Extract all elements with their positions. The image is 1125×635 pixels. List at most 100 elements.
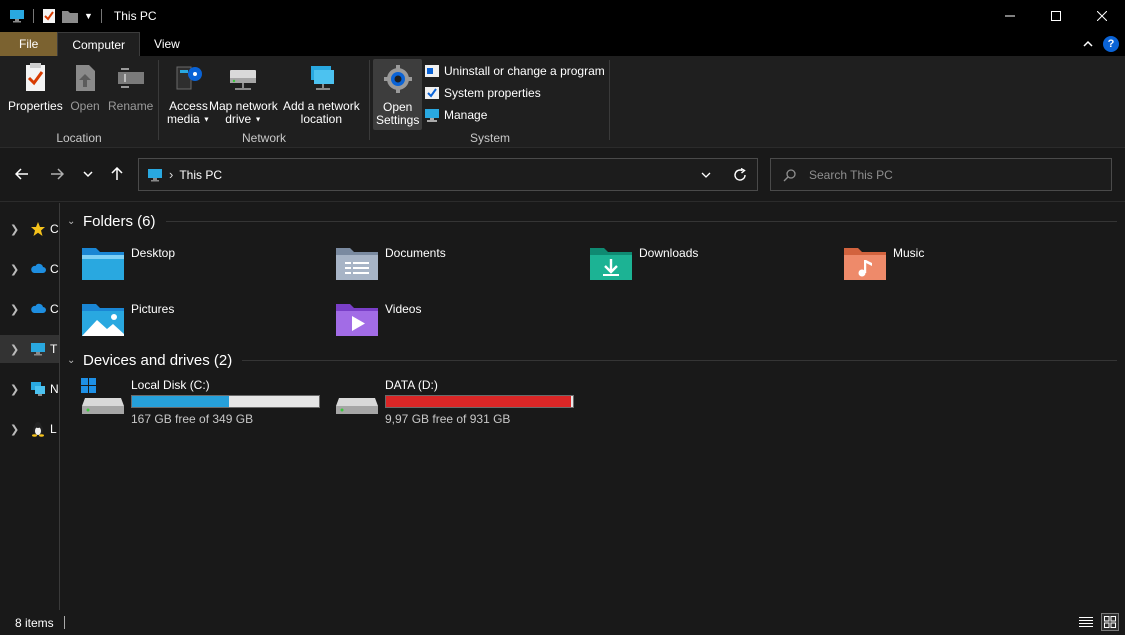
help-icon[interactable]: ? <box>1103 36 1119 52</box>
add-network-location-icon <box>311 66 335 90</box>
collapse-chevron-icon[interactable]: ⌄ <box>67 216 81 227</box>
quick-access-separator <box>100 9 102 23</box>
ribbon: Properties Open Rename Location Access m… <box>0 56 1125 148</box>
windows-drive-icon <box>81 378 124 414</box>
drive-usage-fill <box>386 396 572 407</box>
properties-quick-icon[interactable] <box>42 8 56 24</box>
section-divider <box>242 360 1117 361</box>
open-icon <box>76 65 95 91</box>
rename-label: Rename <box>108 99 154 113</box>
recent-locations-button[interactable] <box>78 164 98 184</box>
breadcrumb-this-pc[interactable]: This PC <box>179 168 222 182</box>
folders-section-header[interactable]: ⌄ Folders (6) <box>67 213 1117 230</box>
view-toggle-group <box>1077 613 1119 631</box>
drive-free-space: 9,97 GB free of 931 GB <box>385 412 511 426</box>
sidebar-item-this-pc[interactable]: ❯ T <box>0 335 59 363</box>
chevron-down-icon <box>83 171 93 178</box>
drive-tile[interactable]: DATA (D:) 9,97 GB free of 931 GB <box>335 378 574 426</box>
search-box[interactable]: Search This PC <box>770 158 1112 191</box>
drive-usage-bar <box>385 395 574 408</box>
folder-tile[interactable]: Documents <box>335 246 446 282</box>
quick-access-toolbar: ▼ This PC <box>0 0 157 32</box>
folder-tile[interactable]: Downloads <box>589 246 698 282</box>
breadcrumb-chevron-icon[interactable]: › <box>169 167 173 182</box>
rename-icon <box>117 68 144 88</box>
system-group-label: System <box>469 131 510 145</box>
sidebar-item-linux[interactable]: ❯ L <box>0 415 59 443</box>
this-pc-icon <box>148 168 162 181</box>
map-network-drive-icon <box>230 70 257 90</box>
expand-chevron-icon[interactable]: ❯ <box>10 263 22 276</box>
back-button[interactable] <box>12 164 32 184</box>
drives-section-header[interactable]: ⌄ Devices and drives (2) <box>67 352 1117 369</box>
this-pc-icon[interactable] <box>9 8 25 24</box>
access-media-label-2: media <box>167 112 200 126</box>
cloud-icon <box>31 263 46 273</box>
folder-name: Downloads <box>639 246 699 260</box>
properties-button[interactable]: Properties <box>8 60 63 113</box>
ribbon-tabs-right: ? <box>1083 32 1125 56</box>
quick-access-separator <box>33 9 34 23</box>
new-folder-quick-icon[interactable] <box>62 9 78 23</box>
collapse-ribbon-icon[interactable] <box>1083 40 1093 48</box>
collapse-chevron-icon[interactable]: ⌄ <box>67 355 81 366</box>
address-history-chevron-icon[interactable] <box>701 171 711 179</box>
sidebar-item-quick-access[interactable]: ❯ C <box>0 215 59 243</box>
refresh-icon[interactable] <box>733 167 747 182</box>
map-network-drive-button[interactable]: Map network drive ▼ <box>209 60 278 126</box>
title-bar: ▼ This PC <box>0 0 1125 32</box>
expand-chevron-icon[interactable]: ❯ <box>10 343 22 356</box>
section-divider <box>165 221 1117 222</box>
tab-view[interactable]: View <box>140 32 194 56</box>
rename-button[interactable]: Rename <box>108 60 153 113</box>
sidebar-item-label: L <box>50 422 57 436</box>
add-network-location-button[interactable]: Add a network location <box>283 60 360 126</box>
properties-label: Properties <box>8 99 63 113</box>
tiles-view-button[interactable] <box>1101 613 1119 631</box>
sidebar-item-onedrive-1[interactable]: ❯ C <box>0 255 59 283</box>
expand-chevron-icon[interactable]: ❯ <box>10 223 22 236</box>
window-controls <box>987 0 1125 32</box>
forward-arrow-icon <box>51 168 64 180</box>
expand-chevron-icon[interactable]: ❯ <box>10 303 22 316</box>
system-properties-button[interactable]: System properties <box>424 85 541 101</box>
folder-tile[interactable]: Music <box>843 246 924 282</box>
maximize-button[interactable] <box>1033 0 1079 32</box>
details-view-button[interactable] <box>1077 613 1095 631</box>
sidebar-item-network[interactable]: ❯ N <box>0 375 59 403</box>
expand-chevron-icon[interactable]: ❯ <box>10 423 22 436</box>
up-arrow-icon <box>111 167 123 180</box>
sidebar-item-onedrive-2[interactable]: ❯ C <box>0 295 59 323</box>
drive-icon <box>336 398 378 414</box>
drive-tile[interactable]: Local Disk (C:) 167 GB free of 349 GB <box>81 378 320 426</box>
uninstall-program-button[interactable]: Uninstall or change a program <box>424 63 605 79</box>
expand-chevron-icon[interactable]: ❯ <box>10 383 22 396</box>
close-button[interactable] <box>1079 0 1125 32</box>
tab-computer[interactable]: Computer <box>57 32 141 56</box>
tab-file[interactable]: File <box>0 32 58 56</box>
sidebar-item-label: C <box>50 262 59 276</box>
sidebar-item-label: T <box>50 342 58 356</box>
drive-info: Local Disk (C:) 167 GB free of 349 GB <box>131 378 320 426</box>
drive-name: Local Disk (C:) <box>131 378 210 392</box>
address-bar[interactable]: › This PC <box>138 158 758 191</box>
star-icon <box>31 222 45 236</box>
access-media-button[interactable]: Access media ▼ <box>167 60 210 126</box>
customize-quick-access-icon[interactable]: ▼ <box>84 11 93 21</box>
forward-button[interactable] <box>47 164 67 184</box>
up-button[interactable] <box>107 164 127 184</box>
folder-tile[interactable]: Pictures <box>81 302 174 338</box>
open-settings-button[interactable]: Open Settings <box>373 59 423 130</box>
open-button[interactable]: Open <box>69 60 101 113</box>
folder-tile[interactable]: Desktop <box>81 246 175 282</box>
minimize-button[interactable] <box>987 0 1033 32</box>
folder-tile[interactable]: Videos <box>335 302 421 338</box>
desktop-folder-icon <box>82 248 124 280</box>
map-drive-dropdown-icon: ▼ <box>254 116 262 124</box>
status-separator <box>63 616 65 629</box>
folder-name: Music <box>893 246 925 260</box>
open-label: Open <box>70 99 100 113</box>
drives-section-title: Devices and drives (2) <box>83 352 233 369</box>
manage-button[interactable]: Manage <box>424 107 487 123</box>
content-pane: ⌄ Folders (6) Desktop Documents Download… <box>61 203 1125 610</box>
